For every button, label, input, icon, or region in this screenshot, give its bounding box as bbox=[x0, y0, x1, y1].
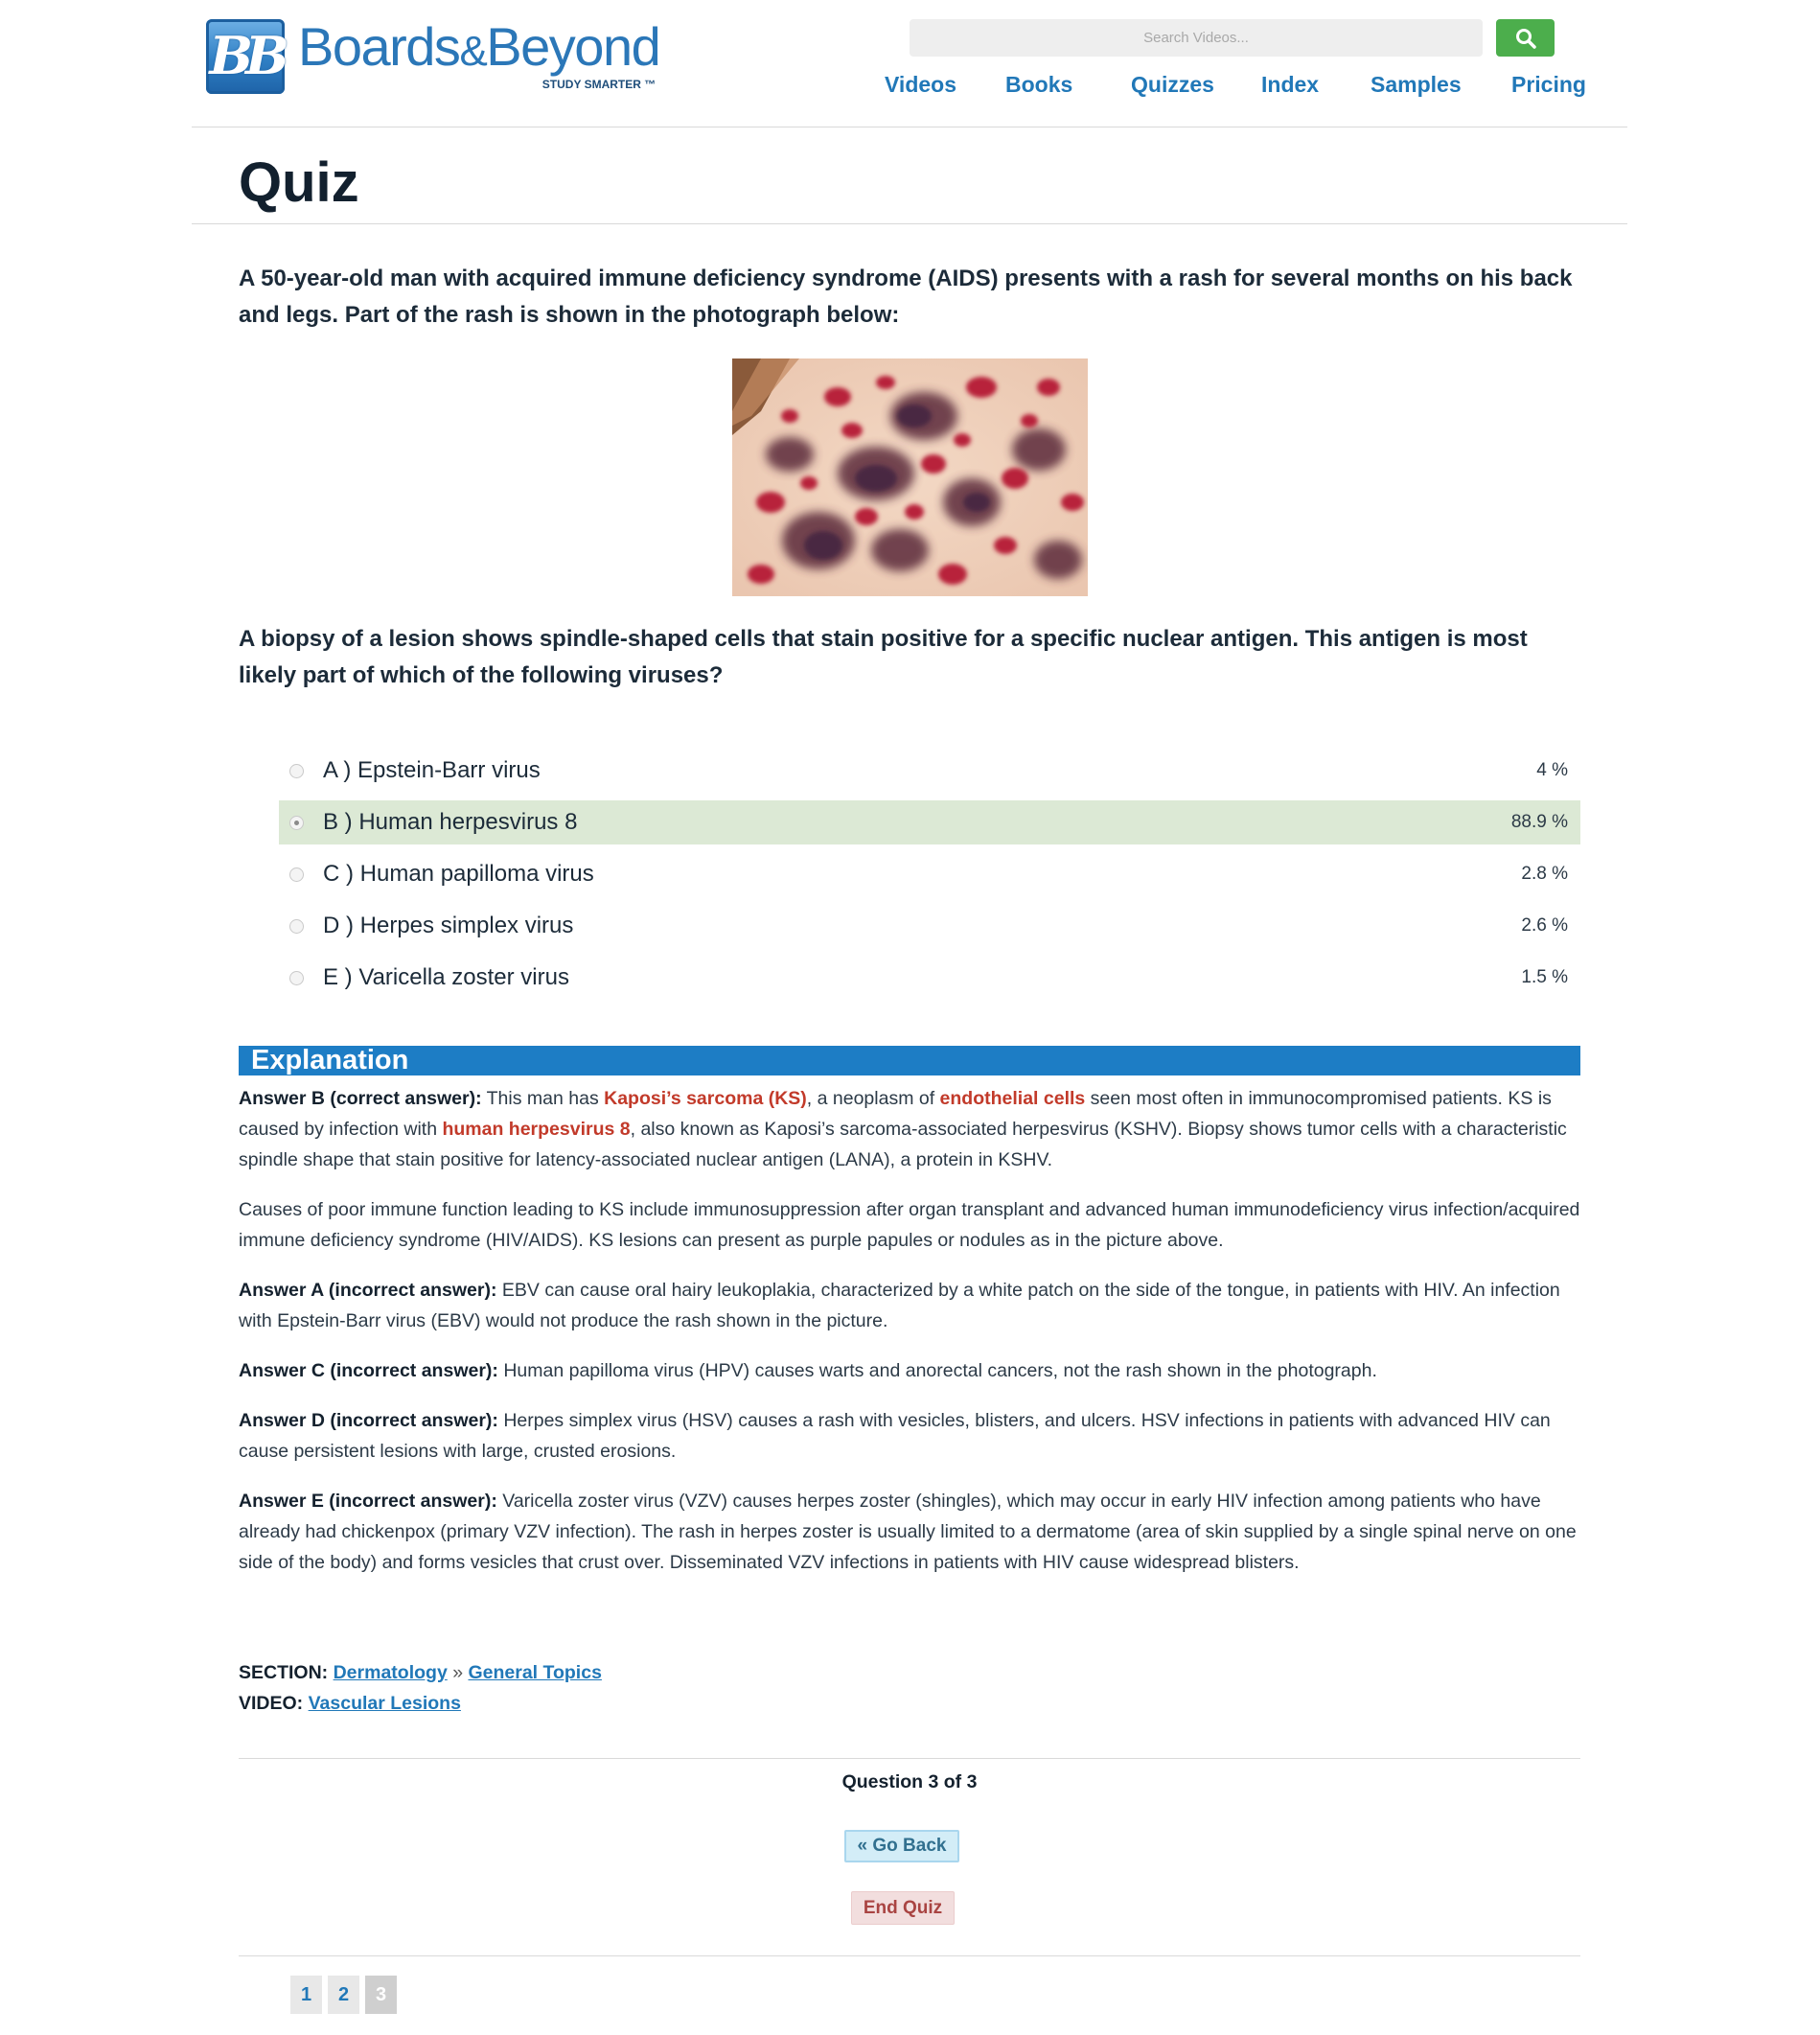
nav-books[interactable]: Books bbox=[1005, 72, 1072, 98]
answer-choice-d[interactable]: D ) Herpes simplex virus 2.6 % bbox=[279, 904, 1580, 948]
choice-percentage: 2.6 % bbox=[1521, 915, 1568, 936]
video-line: VIDEO: Vascular Lesions bbox=[239, 1693, 461, 1714]
question-prompt: A biopsy of a lesion shows spindle-shape… bbox=[239, 626, 1528, 688]
explanation-heading: Explanation bbox=[251, 1045, 409, 1075]
choice-label: C ) Human papilloma virus bbox=[323, 861, 594, 887]
explanation-answer-c: Answer C (incorrect answer): Human papil… bbox=[239, 1360, 1377, 1381]
section-link[interactable]: Dermatology bbox=[334, 1662, 448, 1683]
explanation-answer-d: Answer D (incorrect answer): Herpes simp… bbox=[239, 1410, 1551, 1462]
answer-choice-a[interactable]: A ) Epstein-Barr virus 4 % bbox=[279, 749, 1580, 793]
page-button-1[interactable]: 1 bbox=[290, 1976, 322, 2014]
choice-label: B ) Human herpesvirus 8 bbox=[323, 809, 578, 835]
radio-button[interactable] bbox=[289, 763, 304, 778]
question-stem: A 50-year-old man with acquired immune d… bbox=[239, 266, 1573, 328]
page-button-3[interactable]: 3 bbox=[365, 1976, 397, 2014]
answer-choice-c[interactable]: C ) Human papilloma virus 2.8 % bbox=[279, 852, 1580, 896]
search-icon bbox=[1515, 28, 1536, 49]
explanation-answer-a: Answer A (incorrect answer): EBV can cau… bbox=[239, 1280, 1560, 1331]
pagination: 1 2 3 bbox=[290, 1976, 397, 2014]
radio-button[interactable] bbox=[289, 815, 304, 830]
answer-choice-b[interactable]: B ) Human herpesvirus 8 88.9 % bbox=[279, 800, 1580, 844]
highlight-term: human herpesvirus 8 bbox=[442, 1119, 631, 1140]
search-button[interactable] bbox=[1496, 19, 1555, 57]
choice-label: D ) Herpes simplex virus bbox=[323, 913, 574, 938]
explanation-answer-e: Answer E (incorrect answer): Varicella z… bbox=[239, 1491, 1577, 1573]
end-quiz-button[interactable]: End Quiz bbox=[851, 1891, 955, 1925]
radio-button[interactable] bbox=[289, 867, 304, 882]
choice-percentage: 88.9 % bbox=[1510, 812, 1568, 832]
rash-photograph bbox=[732, 358, 1088, 596]
radio-button[interactable] bbox=[289, 970, 304, 985]
go-back-button[interactable]: « Go Back bbox=[844, 1830, 959, 1862]
explanation-answer-b: Answer B (correct answer): This man has … bbox=[239, 1088, 1567, 1170]
video-link[interactable]: Vascular Lesions bbox=[309, 1693, 461, 1714]
title-divider bbox=[192, 223, 1627, 224]
main-nav: Videos Books Quizzes Index Samples Prici… bbox=[192, 72, 1627, 101]
logo-name: Boards&Beyond bbox=[298, 16, 661, 77]
subsection-link[interactable]: General Topics bbox=[468, 1662, 601, 1683]
choice-percentage: 2.8 % bbox=[1521, 864, 1568, 884]
highlight-term: endothelial cells bbox=[939, 1088, 1086, 1109]
page-button-2[interactable]: 2 bbox=[328, 1976, 359, 2014]
nav-samples[interactable]: Samples bbox=[1371, 72, 1462, 98]
choice-label: E ) Varicella zoster virus bbox=[323, 964, 569, 990]
answer-choice-e[interactable]: E ) Varicella zoster virus 1.5 % bbox=[279, 956, 1580, 1000]
nav-pricing[interactable]: Pricing bbox=[1511, 72, 1586, 98]
section-line: SECTION: Dermatology » General Topics bbox=[239, 1662, 602, 1683]
nav-quizzes[interactable]: Quizzes bbox=[1131, 72, 1214, 98]
footer-divider bbox=[239, 1758, 1580, 1759]
search-input[interactable] bbox=[910, 19, 1483, 57]
question-counter: Question 3 of 3 bbox=[841, 1771, 978, 1792]
page-title: Quiz bbox=[239, 151, 359, 214]
nav-videos[interactable]: Videos bbox=[885, 72, 956, 98]
highlight-term: Kaposi’s sarcoma (KS) bbox=[604, 1088, 807, 1109]
site-header: BB Boards&Beyond STUDY SMARTER ™ Videos … bbox=[192, 0, 1627, 127]
radio-button[interactable] bbox=[289, 918, 304, 934]
pagination-divider bbox=[239, 1955, 1580, 1956]
choice-percentage: 1.5 % bbox=[1521, 967, 1568, 987]
choice-percentage: 4 % bbox=[1536, 760, 1568, 780]
nav-index[interactable]: Index bbox=[1261, 72, 1319, 98]
explanation-header: Explanation bbox=[239, 1045, 1580, 1075]
explanation-causes: Causes of poor immune function leading t… bbox=[239, 1199, 1580, 1251]
choice-label: A ) Epstein-Barr virus bbox=[323, 757, 541, 783]
